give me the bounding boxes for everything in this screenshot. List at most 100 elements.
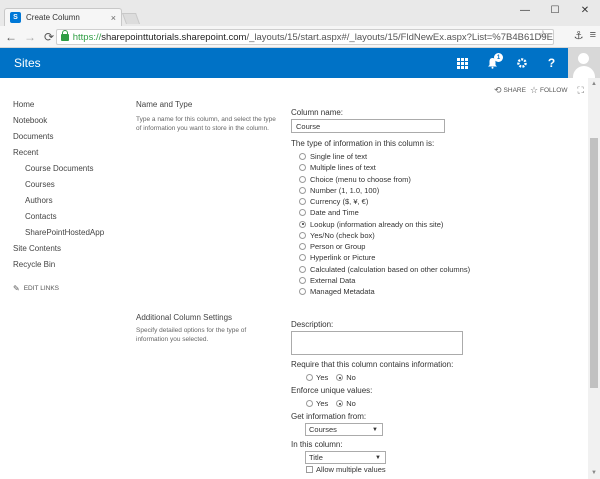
type-option[interactable]: Calculated (calculation based on other c… <box>299 264 470 275</box>
type-option[interactable]: External Data <box>299 275 470 286</box>
radio-button[interactable] <box>299 175 306 183</box>
type-question-label: The type of information in this column i… <box>291 139 435 148</box>
nav-item-recent[interactable]: Recent <box>13 148 104 164</box>
nav-item-home[interactable]: Home <box>13 100 104 116</box>
maximize-button[interactable]: ☐ <box>540 0 570 20</box>
app-launcher-button[interactable] <box>448 48 477 78</box>
radio-button[interactable] <box>299 164 306 172</box>
radio-button[interactable] <box>299 276 306 284</box>
type-option[interactable]: Currency ($, ¥, €) <box>299 196 470 207</box>
extension-icon[interactable]: ⚓ <box>574 29 584 42</box>
type-option[interactable]: Number (1, 1.0, 100) <box>299 185 470 196</box>
type-option[interactable]: Person or Group <box>299 241 470 252</box>
new-tab-button[interactable] <box>121 13 141 24</box>
require-radio-group: Yes No <box>306 373 356 382</box>
get-info-select[interactable]: Courses ▼ <box>305 423 383 436</box>
nav-item-site-contents[interactable]: Site Contents <box>13 244 104 260</box>
bookmark-star-icon[interactable]: ☆ <box>538 28 548 41</box>
radio-button[interactable] <box>299 288 306 296</box>
tab-close-icon[interactable]: × <box>111 13 116 23</box>
require-label: Require that this column contains inform… <box>291 360 454 369</box>
radio-button[interactable] <box>299 265 306 273</box>
unique-no-radio[interactable] <box>336 400 344 407</box>
allow-multiple-row[interactable]: Allow multiple values <box>306 465 386 474</box>
nav-item-authors[interactable]: Authors <box>13 196 104 212</box>
sites-brand-link[interactable]: Sites <box>14 56 41 70</box>
type-option[interactable]: Multiple lines of text <box>299 162 470 173</box>
share-button[interactable]: ⟲ SHARE <box>494 85 526 96</box>
type-option-label: Single line of text <box>310 152 368 162</box>
type-option-label: Currency ($, ¥, €) <box>310 197 369 207</box>
nav-item-recycle-bin[interactable]: Recycle Bin <box>13 260 104 276</box>
edit-links-button[interactable]: ✎ EDIT LINKS <box>13 284 59 293</box>
nav-item-course-documents[interactable]: Course Documents <box>13 164 104 180</box>
menu-icon[interactable]: ≡ <box>590 29 596 42</box>
type-option[interactable]: Choice (menu to choose from) <box>299 174 470 185</box>
radio-button[interactable] <box>299 209 306 217</box>
waffle-icon <box>457 57 468 69</box>
radio-button[interactable] <box>299 243 306 251</box>
forward-arrow-icon[interactable]: → <box>22 30 38 44</box>
nav-item-contacts[interactable]: Contacts <box>13 212 104 228</box>
require-yes-label: Yes <box>316 373 329 382</box>
window-controls: — ☐ ✕ <box>510 0 600 20</box>
follow-button[interactable]: ☆ FOLLOW <box>530 85 568 96</box>
notifications-button[interactable]: 1 <box>478 48 507 78</box>
type-option-label: External Data <box>310 275 356 285</box>
type-option-lookup[interactable]: Lookup (information already on this site… <box>299 219 470 230</box>
radio-button[interactable] <box>299 231 306 239</box>
minimize-button[interactable]: — <box>510 0 540 20</box>
type-option-label: Person or Group <box>310 242 366 252</box>
type-option[interactable]: Single line of text <box>299 151 470 162</box>
require-no-radio[interactable] <box>336 374 344 381</box>
scroll-up-arrow-icon[interactable]: ▲ <box>588 78 600 90</box>
type-option-label: Yes/No (check box) <box>310 230 375 240</box>
type-option-label: Number (1, 1.0, 100) <box>310 185 380 195</box>
extension-icons: ⚓ ≡ <box>574 29 596 42</box>
column-name-label: Column name: <box>291 108 344 117</box>
reload-icon[interactable]: ⟳ <box>41 30 57 44</box>
type-option[interactable]: Yes/No (check box) <box>299 230 470 241</box>
unique-yes-radio[interactable] <box>306 400 313 407</box>
close-window-button[interactable]: ✕ <box>570 0 600 20</box>
radio-button[interactable] <box>299 153 306 161</box>
browser-titlebar: S Create Column × — ☐ ✕ <box>0 0 600 26</box>
browser-tab[interactable]: S Create Column × <box>4 8 122 26</box>
nav-item-courses[interactable]: Courses <box>13 180 104 196</box>
in-column-label: In this column: <box>291 440 343 449</box>
in-column-value: Title <box>309 453 323 462</box>
page-actions: ⟲ SHARE ☆ FOLLOW ⛶ <box>494 85 584 96</box>
in-column-select[interactable]: Title ▼ <box>305 451 386 464</box>
column-type-radio-group: Single line of text Multiple lines of te… <box>299 151 470 297</box>
require-yes-radio[interactable] <box>306 374 313 381</box>
radio-button-selected[interactable] <box>299 220 306 228</box>
gear-icon <box>516 58 527 68</box>
type-option[interactable]: Date and Time <box>299 207 470 218</box>
nav-item-documents[interactable]: Documents <box>13 132 104 148</box>
column-name-input[interactable]: Course <box>291 119 445 133</box>
nav-item-notebook[interactable]: Notebook <box>13 116 104 132</box>
address-bar[interactable]: https://sharepointtutorials.sharepoint.c… <box>56 29 554 45</box>
tab-title: Create Column <box>26 13 80 22</box>
description-textarea[interactable] <box>291 331 463 355</box>
unique-radio-group: Yes No <box>306 399 356 408</box>
focus-mode-icon[interactable]: ⛶ <box>577 85 583 96</box>
scroll-thumb[interactable] <box>590 138 598 388</box>
radio-button[interactable] <box>299 186 306 194</box>
scroll-down-arrow-icon[interactable]: ▼ <box>588 467 600 479</box>
chevron-down-icon: ▼ <box>372 426 378 433</box>
unique-no-label: No <box>346 399 356 408</box>
nav-item-sharepointhostedapp[interactable]: SharePointHostedApp <box>13 228 104 244</box>
user-avatar[interactable] <box>568 48 600 78</box>
back-arrow-icon[interactable]: ← <box>3 30 19 44</box>
type-option-label: Date and Time <box>310 208 359 218</box>
help-button[interactable]: ? <box>537 48 566 78</box>
radio-button[interactable] <box>299 254 306 262</box>
type-option[interactable]: Hyperlink or Picture <box>299 252 470 263</box>
allow-multiple-checkbox[interactable] <box>306 466 313 473</box>
radio-button[interactable] <box>299 198 306 206</box>
page-scrollbar[interactable]: ▲ ▼ <box>588 78 600 479</box>
settings-button[interactable] <box>507 48 536 78</box>
type-option[interactable]: Managed Metadata <box>299 286 470 297</box>
share-label: SHARE <box>503 87 526 94</box>
